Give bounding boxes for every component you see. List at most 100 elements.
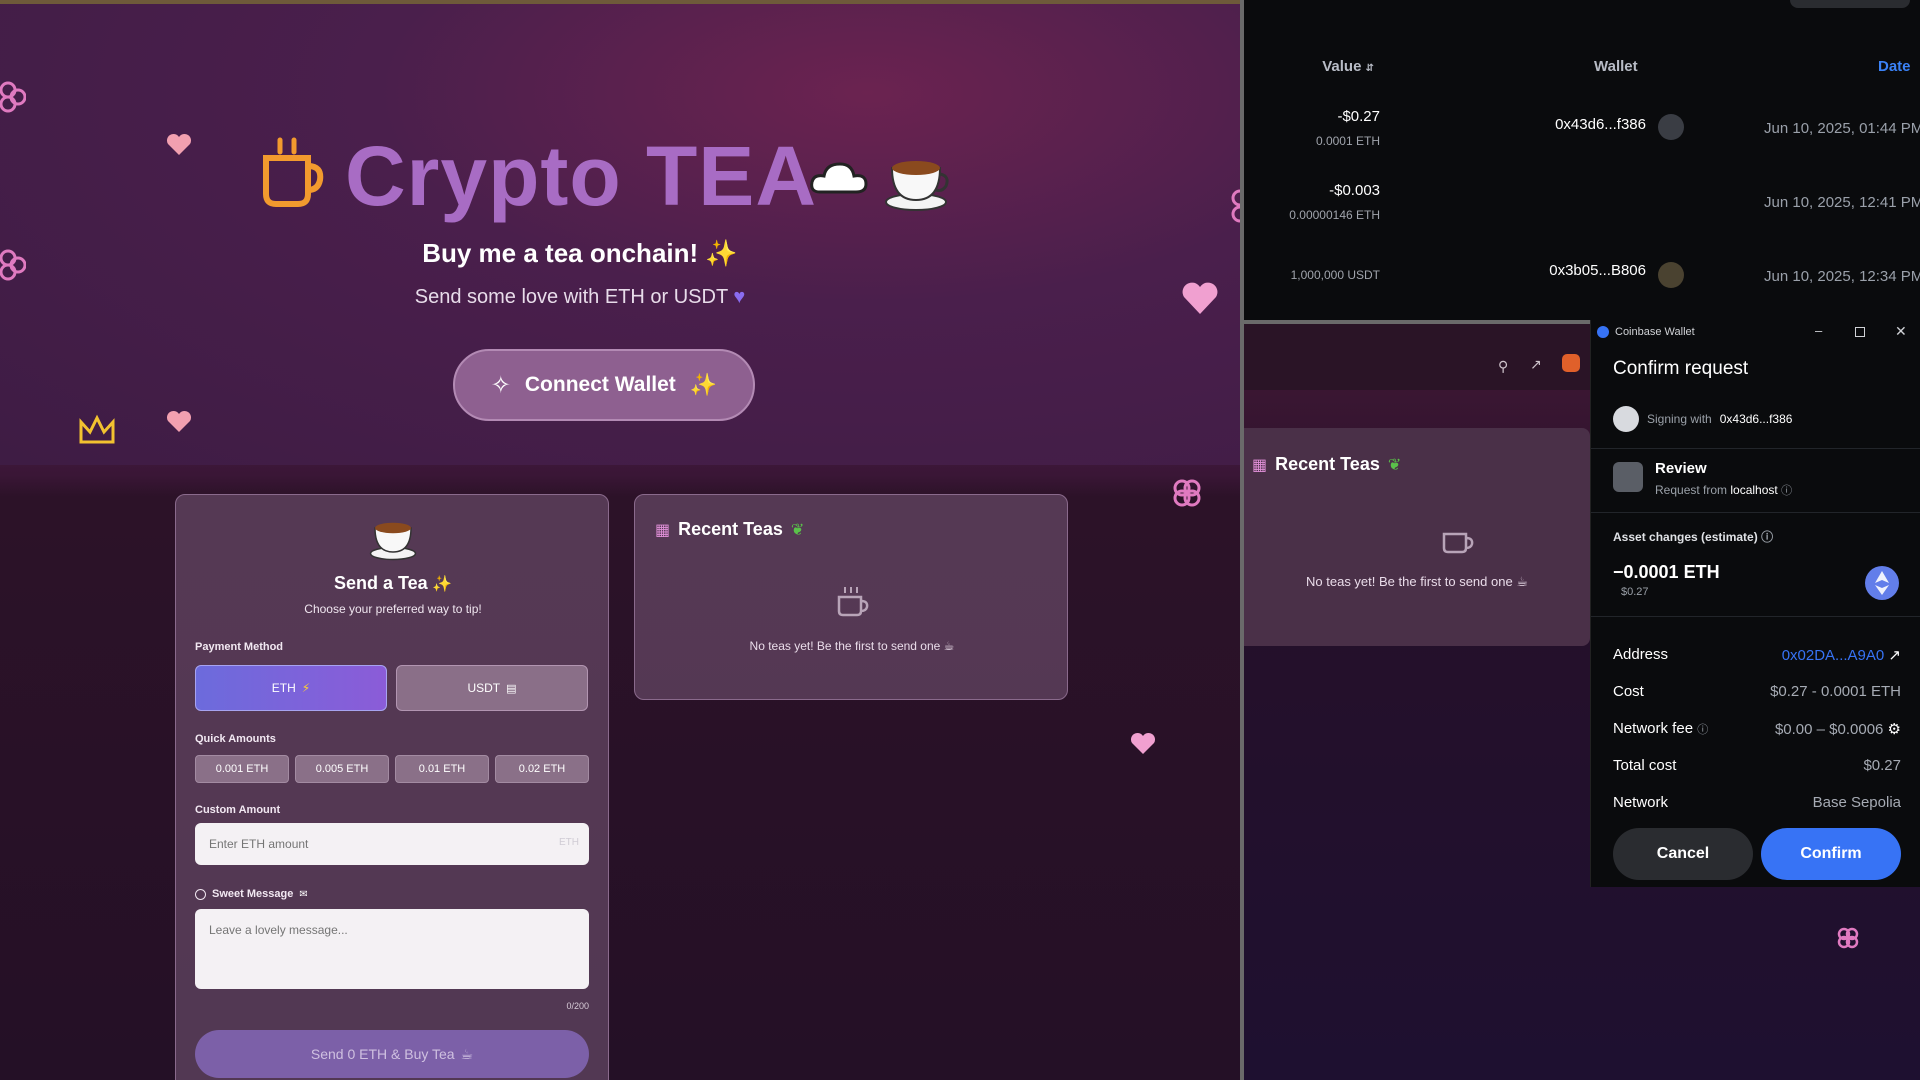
recent-teas-title: Recent Teas: [678, 519, 783, 539]
cost-label: Cost: [1613, 683, 1644, 700]
separator: [1591, 512, 1920, 513]
message-textarea[interactable]: [195, 909, 589, 989]
signing-address: 0x43d6...f386: [1719, 412, 1793, 426]
quick-amount-button[interactable]: 0.005 ETH: [295, 755, 389, 783]
pay-usdt-label: USDT: [467, 681, 501, 695]
lightning-icon: ⚡: [301, 681, 311, 695]
total-cost-row: Total cost $0.27: [1613, 757, 1901, 774]
tx-wallet[interactable]: 0x43d6...f386: [1506, 116, 1646, 133]
table-row[interactable]: 1,000,000 USDT 0x3b05...B806 Jun 10, 202…: [1244, 256, 1920, 326]
recent-empty-text: No teas yet! Be the first to send one: [749, 639, 941, 653]
sparkles-icon: ✨: [705, 238, 738, 268]
quick-amount-button[interactable]: 0.01 ETH: [395, 755, 489, 783]
tx-amount: 0.00000146 ETH: [1289, 208, 1380, 222]
purple-heart-icon: ♥: [733, 286, 746, 308]
cloud-icon: [810, 162, 868, 194]
date-column-header[interactable]: Date: [1878, 58, 1911, 75]
coffee-cup-icon: [263, 137, 324, 207]
cost-row: Cost $0.27 - 0.0001 ETH: [1613, 683, 1901, 700]
tx-amount: 0.0001 ETH: [1315, 134, 1380, 148]
request-origin: localhost: [1730, 483, 1778, 497]
recent-empty-message: No teas yet! Be the first to send one ☕: [1244, 574, 1590, 590]
coinbase-logo-icon: [1597, 326, 1609, 338]
pay-usdt-button[interactable]: USDT ▤: [396, 665, 588, 711]
share-icon[interactable]: ↗: [1530, 356, 1542, 373]
amount-input[interactable]: [195, 823, 555, 865]
review-label: Review: [1655, 460, 1707, 477]
envelope-icon: ✉: [299, 888, 308, 900]
tx-value: -$0.003: [1329, 182, 1380, 199]
send-tea-button[interactable]: Send 0 ETH & Buy Tea ☕: [195, 1030, 589, 1078]
subline: Send some love with ETH or USDT ♥: [0, 286, 1160, 309]
maximize-icon[interactable]: [1855, 327, 1865, 337]
transactions-panel: Value ⇵ Wallet Date -$0.27 0.0001 ETH 0x…: [1244, 0, 1920, 320]
flower-icon: [1173, 479, 1201, 507]
value-column-header[interactable]: Value ⇵: [1294, 58, 1374, 75]
tx-date: Jun 10, 2025, 12:34 PM: [1764, 268, 1920, 285]
cancel-button[interactable]: Cancel: [1613, 828, 1753, 880]
recent-empty-message: No teas yet! Be the first to send one ☕: [635, 639, 1069, 653]
sparkles-icon: ✨: [689, 372, 718, 397]
flower-icon: [0, 81, 26, 113]
zoom-icon[interactable]: ⚲: [1498, 358, 1508, 375]
wallet-column-header: Wallet: [1594, 58, 1638, 75]
recent-teas-title: Recent Teas: [1275, 454, 1380, 474]
total-cost-value: $0.27: [1863, 757, 1901, 774]
tea-icon: ☕: [943, 639, 955, 653]
quick-amount-button[interactable]: 0.001 ETH: [195, 755, 289, 783]
coinbase-wallet-window: Coinbase Wallet – ✕ Confirm request Sign…: [1590, 320, 1920, 887]
tx-date: Jun 10, 2025, 01:44 PM: [1764, 120, 1920, 137]
asset-changes-label: Asset changes (estimate) ⓘ: [1613, 528, 1773, 545]
address-link[interactable]: 0x02DA...A9A0 ↗: [1782, 646, 1901, 664]
crown-icon: [79, 414, 115, 444]
asset-changes-text: Asset changes (estimate): [1613, 530, 1758, 544]
send-tea-label: Send 0 ETH & Buy Tea: [310, 1046, 455, 1062]
message-field-wrapper: [195, 909, 589, 989]
asset-change-usd: $0.27: [1621, 586, 1649, 598]
wallet-avatar: [1658, 114, 1684, 140]
pay-eth-button[interactable]: ETH ⚡: [195, 665, 387, 711]
table-row[interactable]: -$0.003 0.00000146 ETH Jun 10, 2025, 12:…: [1244, 182, 1920, 252]
separator: [1591, 616, 1920, 617]
table-row[interactable]: -$0.27 0.0001 ETH 0x43d6...f386 Jun 10, …: [1244, 108, 1920, 178]
info-icon[interactable]: ⓘ: [1697, 724, 1708, 736]
send-card-title: Send a Tea ✨: [176, 573, 610, 594]
network-value: Base Sepolia: [1812, 794, 1901, 811]
ethereum-icon: [1865, 566, 1899, 600]
sort-icon: ⇵: [1365, 63, 1374, 74]
send-tea-card: Send a Tea ✨ Choose your preferred way t…: [175, 494, 609, 1080]
wallet-window-title: Coinbase Wallet: [1615, 326, 1695, 338]
heart-icon: [166, 410, 192, 432]
sweet-message-label-text: Sweet Message: [212, 888, 294, 900]
address-label: Address: [1613, 646, 1669, 663]
minimize-icon[interactable]: –: [1815, 323, 1822, 338]
tx-wallet[interactable]: 0x3b05...B806: [1506, 262, 1646, 279]
asset-change-amount: −0.0001 ETH: [1613, 562, 1720, 582]
gear-icon[interactable]: ⚙: [1888, 721, 1901, 738]
separator: [1591, 448, 1920, 449]
recent-teas-card: ▦ Recent Teas ❦ No teas yet! Be the firs…: [1244, 428, 1590, 646]
pay-eth-label: ETH: [271, 681, 296, 695]
info-icon[interactable]: ⓘ: [1761, 530, 1773, 544]
close-icon[interactable]: ✕: [1895, 323, 1907, 340]
recent-teas-card: ▦ Recent Teas ❦ No teas yet! Be the firs…: [634, 494, 1068, 700]
flower-icon: [1837, 927, 1859, 949]
teacup-icon: [885, 161, 949, 211]
signing-prefix: Signing with: [1647, 412, 1712, 426]
connect-wallet-label: Connect Wallet: [524, 373, 676, 396]
quick-amount-button[interactable]: 0.02 ETH: [495, 755, 589, 783]
network-label: Network: [1613, 794, 1669, 811]
avatar: [1613, 406, 1639, 432]
confirm-request-heading: Confirm request: [1613, 358, 1749, 379]
confirm-button[interactable]: Confirm: [1761, 828, 1901, 880]
dapp-icon: [1613, 462, 1643, 492]
sparkle-icon: ✧: [490, 371, 511, 399]
info-icon[interactable]: ⓘ: [1781, 485, 1792, 497]
quick-amounts-label: Quick Amounts: [195, 733, 276, 745]
network-fee-value: $0.00 – $0.0006: [1774, 721, 1884, 738]
network-fee-label: Network fee: [1613, 720, 1694, 737]
brave-shield-icon[interactable]: [1562, 354, 1580, 372]
tagline-text: Buy me a tea onchain!: [422, 238, 699, 268]
connect-wallet-button[interactable]: ✧ Connect Wallet ✨: [453, 349, 755, 421]
address-row: Address 0x02DA...A9A0 ↗: [1613, 646, 1901, 664]
